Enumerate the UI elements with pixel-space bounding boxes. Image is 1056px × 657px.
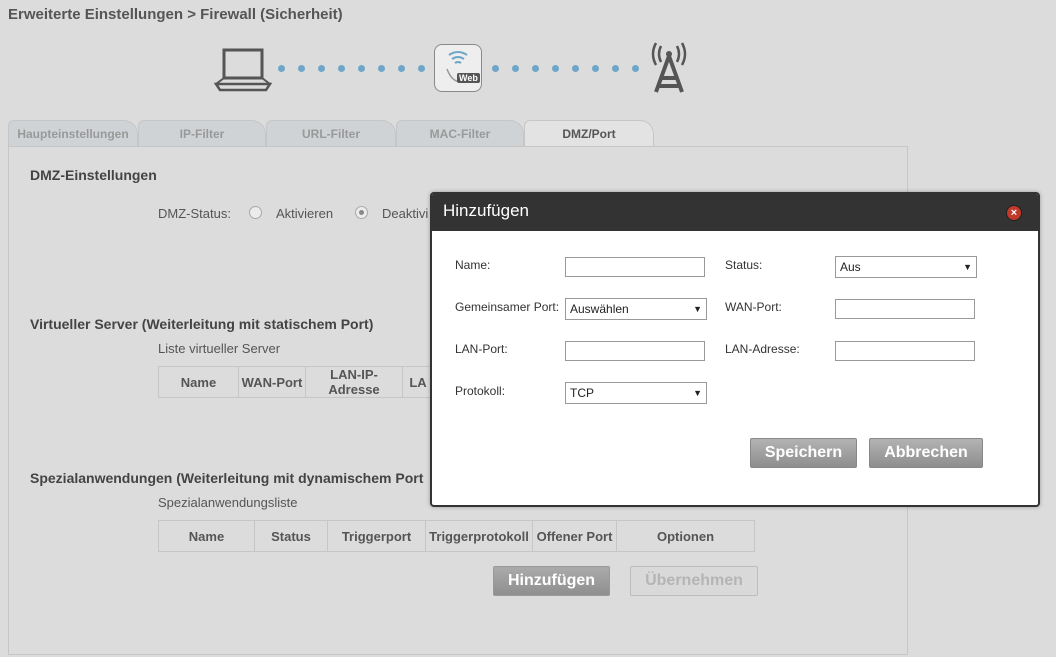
laptop-icon (214, 48, 272, 92)
firewall-tabs: Haupteinstellungen IP-Filter URL-Filter … (8, 120, 908, 148)
cancel-button[interactable]: Abbrechen (869, 438, 983, 468)
column-header: Offener Port (532, 520, 617, 552)
web-label: Web (457, 73, 480, 83)
virtual-server-heading: Virtueller Server (Weiterleitung mit sta… (30, 316, 374, 332)
web-globe-icon: Web (434, 44, 482, 92)
tab-haupteinstellungen[interactable]: Haupteinstellungen (8, 120, 138, 147)
common-port-select[interactable]: Auswählen ▼ (565, 298, 707, 320)
dropdown-arrow-icon: ▼ (693, 304, 702, 314)
add-dialog: Hinzufügen × Name: Status: Aus ▼ Gemeins… (430, 192, 1040, 507)
special-apps-list-label: Spezialanwendungsliste (158, 495, 298, 510)
connection-dots-left (278, 65, 428, 73)
column-header: LAN-IP-Adresse (305, 366, 403, 398)
column-header: Name (158, 366, 239, 398)
protocol-label: Protokoll: (455, 384, 506, 398)
save-button[interactable]: Speichern (750, 438, 857, 468)
column-header: Optionen (616, 520, 755, 552)
column-header: Name (158, 520, 255, 552)
antenna-tower-icon (651, 42, 687, 93)
dmz-activate-radio[interactable] (249, 206, 262, 219)
virtual-server-table: Name WAN-Port LAN-IP-Adresse LA (158, 366, 434, 398)
dialog-title: Hinzufügen (443, 201, 530, 220)
protocol-select[interactable]: TCP ▼ (565, 382, 707, 404)
virtual-server-list-label: Liste virtueller Server (158, 341, 281, 356)
common-port-label: Gemeinsamer Port: (455, 300, 560, 314)
wan-port-input[interactable] (835, 299, 975, 319)
name-input[interactable] (565, 257, 705, 277)
column-header: Status (254, 520, 328, 552)
page-title: Erweiterte Einstellungen > Firewall (Sic… (8, 6, 343, 23)
tab-dmz-port[interactable]: DMZ/Port (524, 120, 654, 148)
wan-port-label: WAN-Port: (725, 300, 782, 314)
column-header: Triggerprotokoll (425, 520, 533, 552)
dmz-deactivate-label: Deaktivi (382, 206, 429, 221)
column-header: LA (402, 366, 434, 398)
close-icon[interactable]: × (1006, 205, 1022, 221)
special-apps-heading: Spezialanwendungen (Weiterleitung mit dy… (30, 470, 424, 486)
status-select[interactable]: Aus ▼ (835, 256, 977, 278)
tab-url-filter[interactable]: URL-Filter (266, 120, 396, 147)
connection-dots-right (492, 65, 642, 73)
lan-address-label: LAN-Adresse: (725, 342, 800, 356)
protocol-select-value: TCP (570, 386, 594, 400)
table-header-row: Name Status Triggerport Triggerprotokoll… (158, 520, 755, 552)
dmz-status-label: DMZ-Status: (158, 206, 231, 221)
dropdown-arrow-icon: ▼ (963, 262, 972, 272)
dialog-header: Hinzufügen × (432, 194, 1038, 231)
status-label: Status: (725, 258, 763, 272)
tab-ip-filter[interactable]: IP-Filter (138, 120, 266, 147)
column-header: Triggerport (327, 520, 426, 552)
lan-port-label: LAN-Port: (455, 342, 508, 356)
common-port-select-value: Auswählen (570, 302, 629, 316)
column-header: WAN-Port (238, 366, 306, 398)
status-select-value: Aus (840, 260, 861, 274)
tab-mac-filter[interactable]: MAC-Filter (396, 120, 524, 147)
name-label: Name: (455, 258, 491, 272)
table-header-row: Name WAN-Port LAN-IP-Adresse LA (158, 366, 434, 398)
dmz-activate-label: Aktivieren (276, 206, 334, 221)
dmz-settings-heading: DMZ-Einstellungen (30, 167, 157, 183)
dmz-deactivate-radio[interactable] (355, 206, 368, 219)
lan-port-input[interactable] (565, 341, 705, 361)
lan-address-input[interactable] (835, 341, 975, 361)
dropdown-arrow-icon: ▼ (693, 388, 702, 398)
add-button[interactable]: Hinzufügen (493, 566, 610, 596)
apply-button[interactable]: Übernehmen (630, 566, 758, 596)
special-apps-table: Name Status Triggerport Triggerprotokoll… (158, 520, 755, 552)
